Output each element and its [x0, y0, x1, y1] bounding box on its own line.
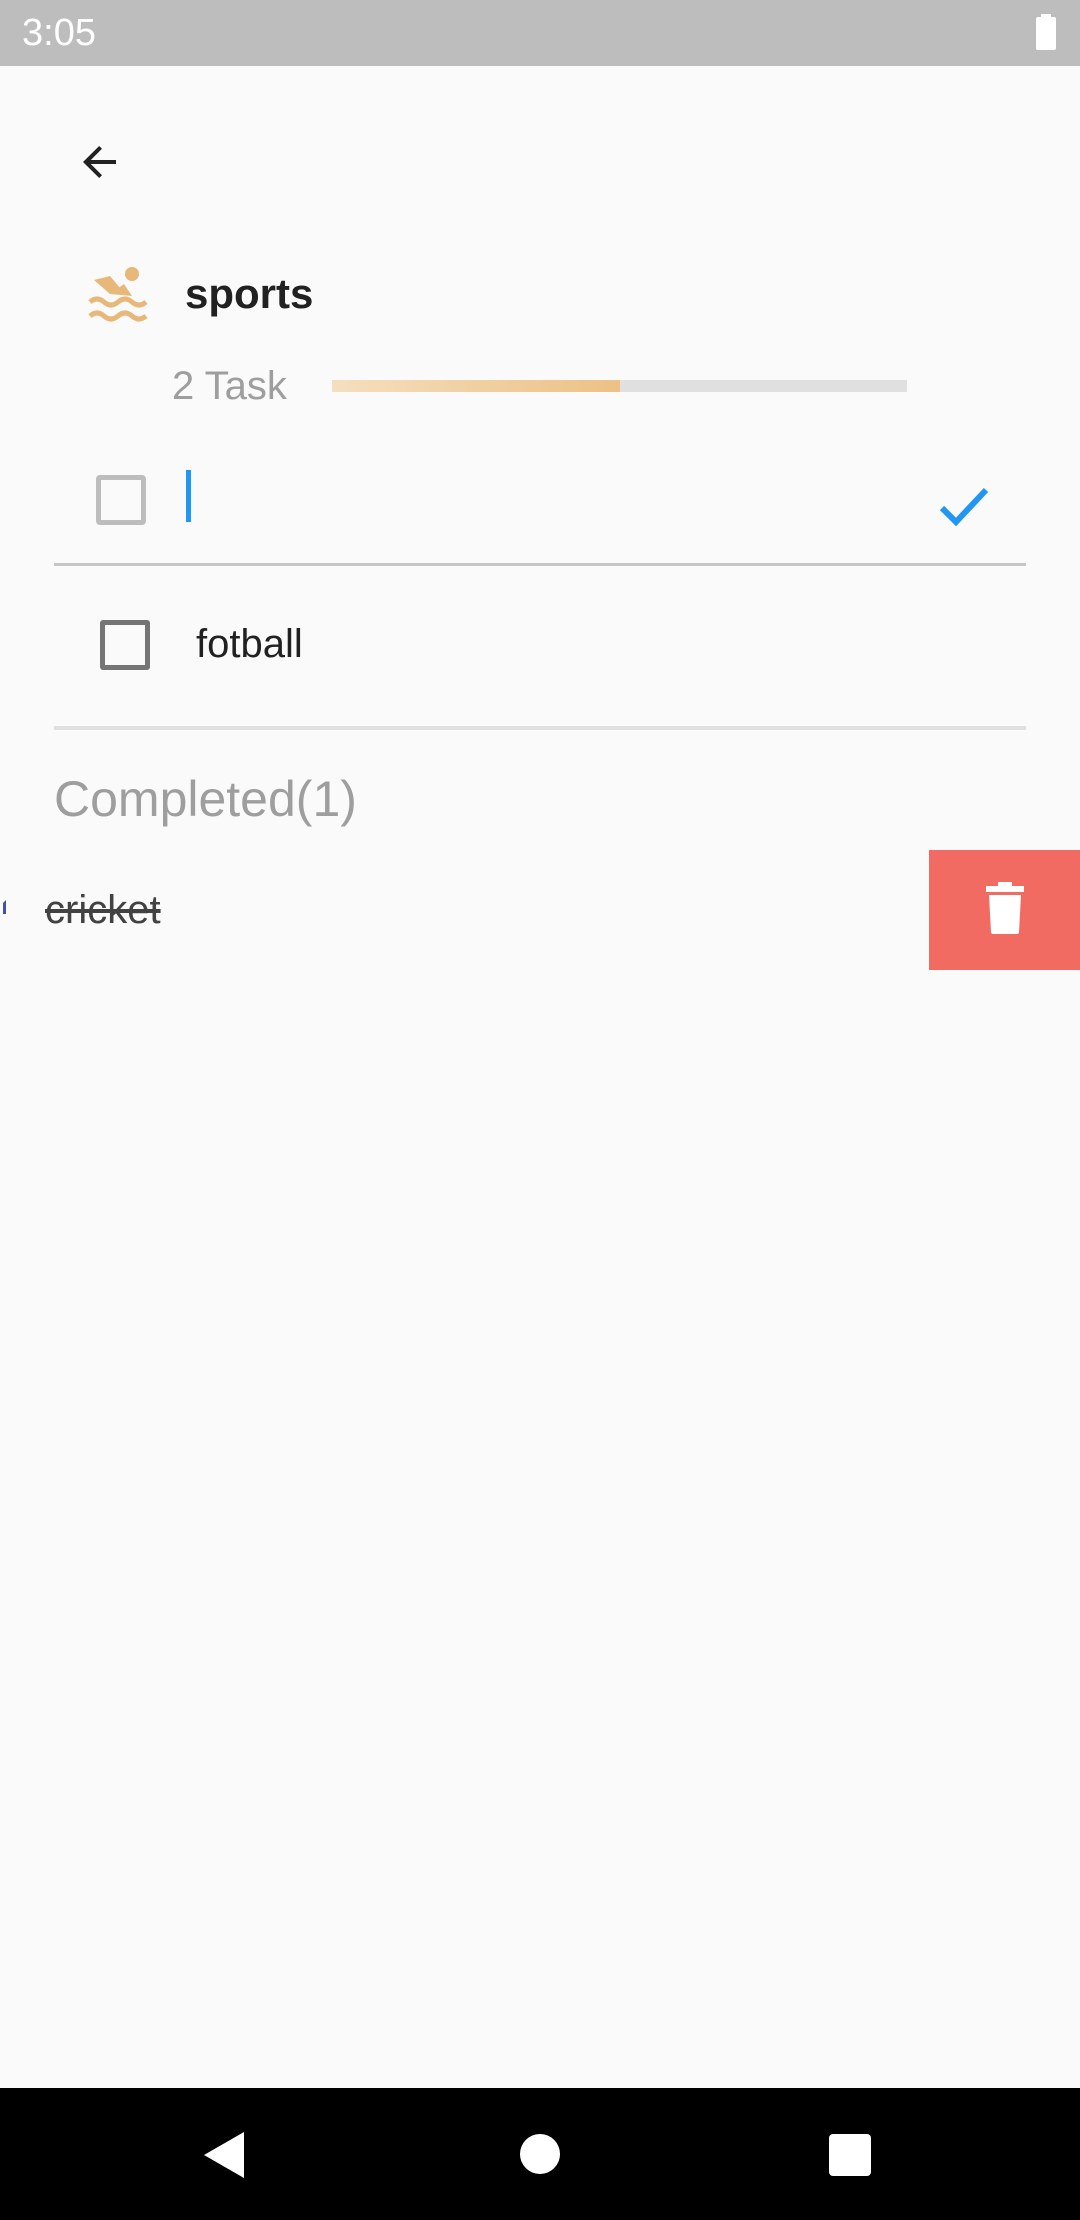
task-checkbox[interactable]	[100, 620, 150, 670]
nav-back-icon[interactable]	[204, 2132, 248, 2183]
check-icon	[936, 478, 992, 539]
new-task-input[interactable]	[184, 460, 824, 540]
completed-header: Completed(1)	[54, 771, 357, 827]
trash-icon	[985, 881, 1025, 939]
status-bar: 3:05	[0, 0, 1080, 66]
swimming-icon	[88, 266, 148, 327]
completed-task-row[interactable]: cricket	[0, 850, 1080, 970]
task-label: fotball	[196, 622, 303, 666]
completed-checkbox-edge	[0, 900, 6, 914]
category-title: sports	[185, 270, 314, 317]
battery-full-icon	[1034, 14, 1058, 55]
new-task-row	[54, 440, 1026, 566]
task-row[interactable]: fotball	[54, 572, 1026, 730]
task-count: 2 Task	[172, 364, 287, 408]
back-button[interactable]	[60, 124, 140, 204]
confirm-button[interactable]	[924, 468, 1004, 548]
text-caret	[186, 470, 191, 522]
nav-home-icon[interactable]	[520, 2134, 560, 2174]
progress-fill	[332, 380, 620, 392]
nav-recents-icon[interactable]	[829, 2134, 871, 2176]
delete-button[interactable]	[929, 850, 1080, 970]
status-time: 3:05	[22, 12, 96, 54]
arrow-back-icon	[76, 138, 124, 191]
navigation-bar	[0, 2088, 1080, 2220]
new-task-checkbox[interactable]	[96, 475, 146, 525]
progress-bar	[332, 380, 907, 392]
completed-task-label: cricket	[45, 888, 161, 932]
